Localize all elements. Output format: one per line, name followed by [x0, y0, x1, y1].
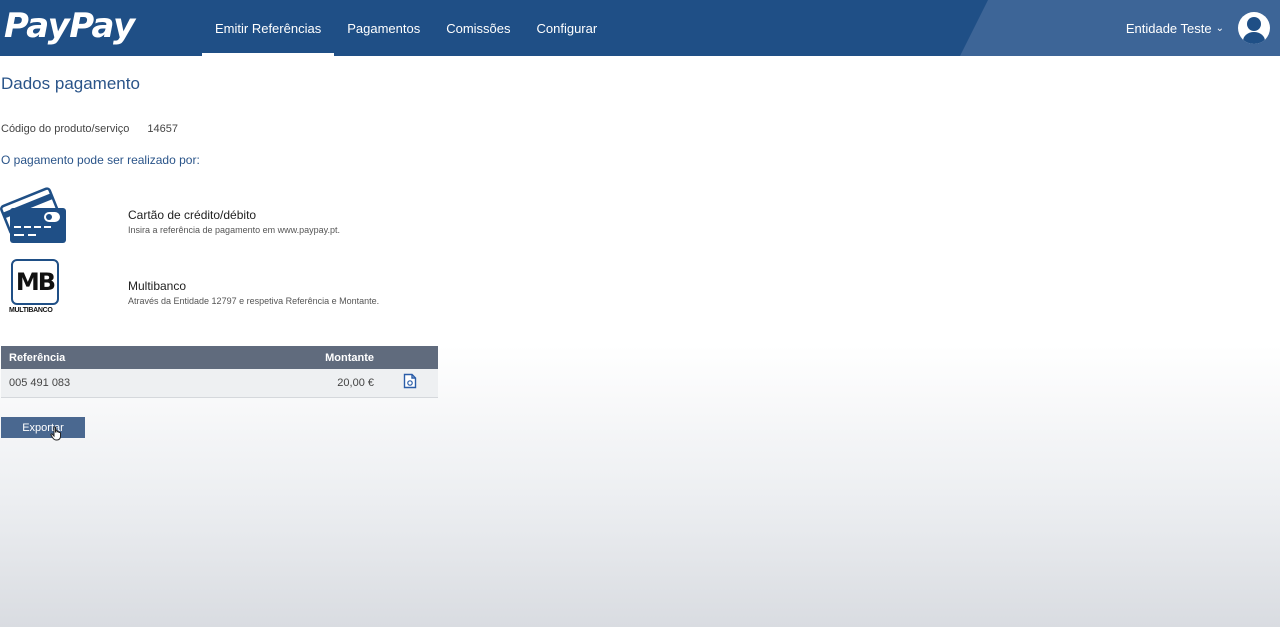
hand-cursor-icon — [50, 426, 63, 446]
top-navigation-bar: PayPay Emitir Referências Pagamentos Com… — [0, 0, 1280, 56]
nav-emitir-referencias[interactable]: Emitir Referências — [202, 0, 335, 56]
user-name[interactable]: Entidade Teste — [1126, 21, 1212, 36]
table-row: 005 491 083 20,00 € — [1, 369, 438, 398]
nav-pagamentos[interactable]: Pagamentos — [334, 0, 433, 56]
column-header-actions — [382, 346, 438, 369]
product-code-value: 14657 — [147, 123, 179, 135]
multibanco-icon: MB MULTIBANCO — [0, 256, 72, 320]
method-card-name: Cartão de crédito/débito — [128, 208, 257, 222]
reference-cell: 005 491 083 — [1, 369, 208, 398]
export-button[interactable]: Exportar — [1, 417, 85, 438]
document-cell — [382, 369, 438, 398]
references-table: Referência Montante 005 491 083 20,00 € — [1, 346, 438, 398]
user-menu[interactable]: Entidade Teste ⌄ — [1126, 0, 1270, 56]
column-header-amount: Montante — [207, 346, 382, 369]
nav-comissoes[interactable]: Comissões — [433, 0, 523, 56]
credit-card-icon — [0, 186, 72, 250]
method-card-description: Insira a referência de pagamento em www.… — [128, 225, 340, 235]
chevron-down-icon[interactable]: ⌄ — [1216, 23, 1224, 34]
table-header-row: Referência Montante — [1, 346, 438, 369]
method-multibanco: MB MULTIBANCO Multibanco Através da Enti… — [0, 256, 379, 320]
method-multibanco-name: Multibanco — [128, 279, 187, 293]
nav-configurar[interactable]: Configurar — [524, 0, 611, 56]
multibanco-logo-subtext: MULTIBANCO — [9, 307, 53, 314]
payment-intro: O pagamento pode ser realizado por: — [1, 153, 200, 167]
method-card-text: Cartão de crédito/débito Insira a referê… — [128, 208, 340, 235]
main-nav: Emitir Referências Pagamentos Comissões … — [202, 0, 610, 56]
product-code-row: Código do produto/serviço 14657 — [1, 123, 178, 135]
method-multibanco-text: Multibanco Através da Entidade 12797 e r… — [128, 279, 379, 306]
column-header-reference: Referência — [1, 346, 208, 369]
multibanco-logo: MB — [11, 259, 59, 305]
paypay-logo[interactable]: PayPay — [4, 6, 135, 46]
document-icon[interactable] — [403, 374, 417, 392]
product-code-label: Código do produto/serviço — [1, 123, 130, 135]
user-avatar-icon[interactable] — [1238, 12, 1270, 44]
page-title: Dados pagamento — [1, 74, 140, 93]
amount-cell: 20,00 € — [207, 369, 382, 398]
method-card: Cartão de crédito/débito Insira a referê… — [0, 186, 340, 250]
method-multibanco-description: Através da Entidade 12797 e respetiva Re… — [128, 296, 380, 306]
